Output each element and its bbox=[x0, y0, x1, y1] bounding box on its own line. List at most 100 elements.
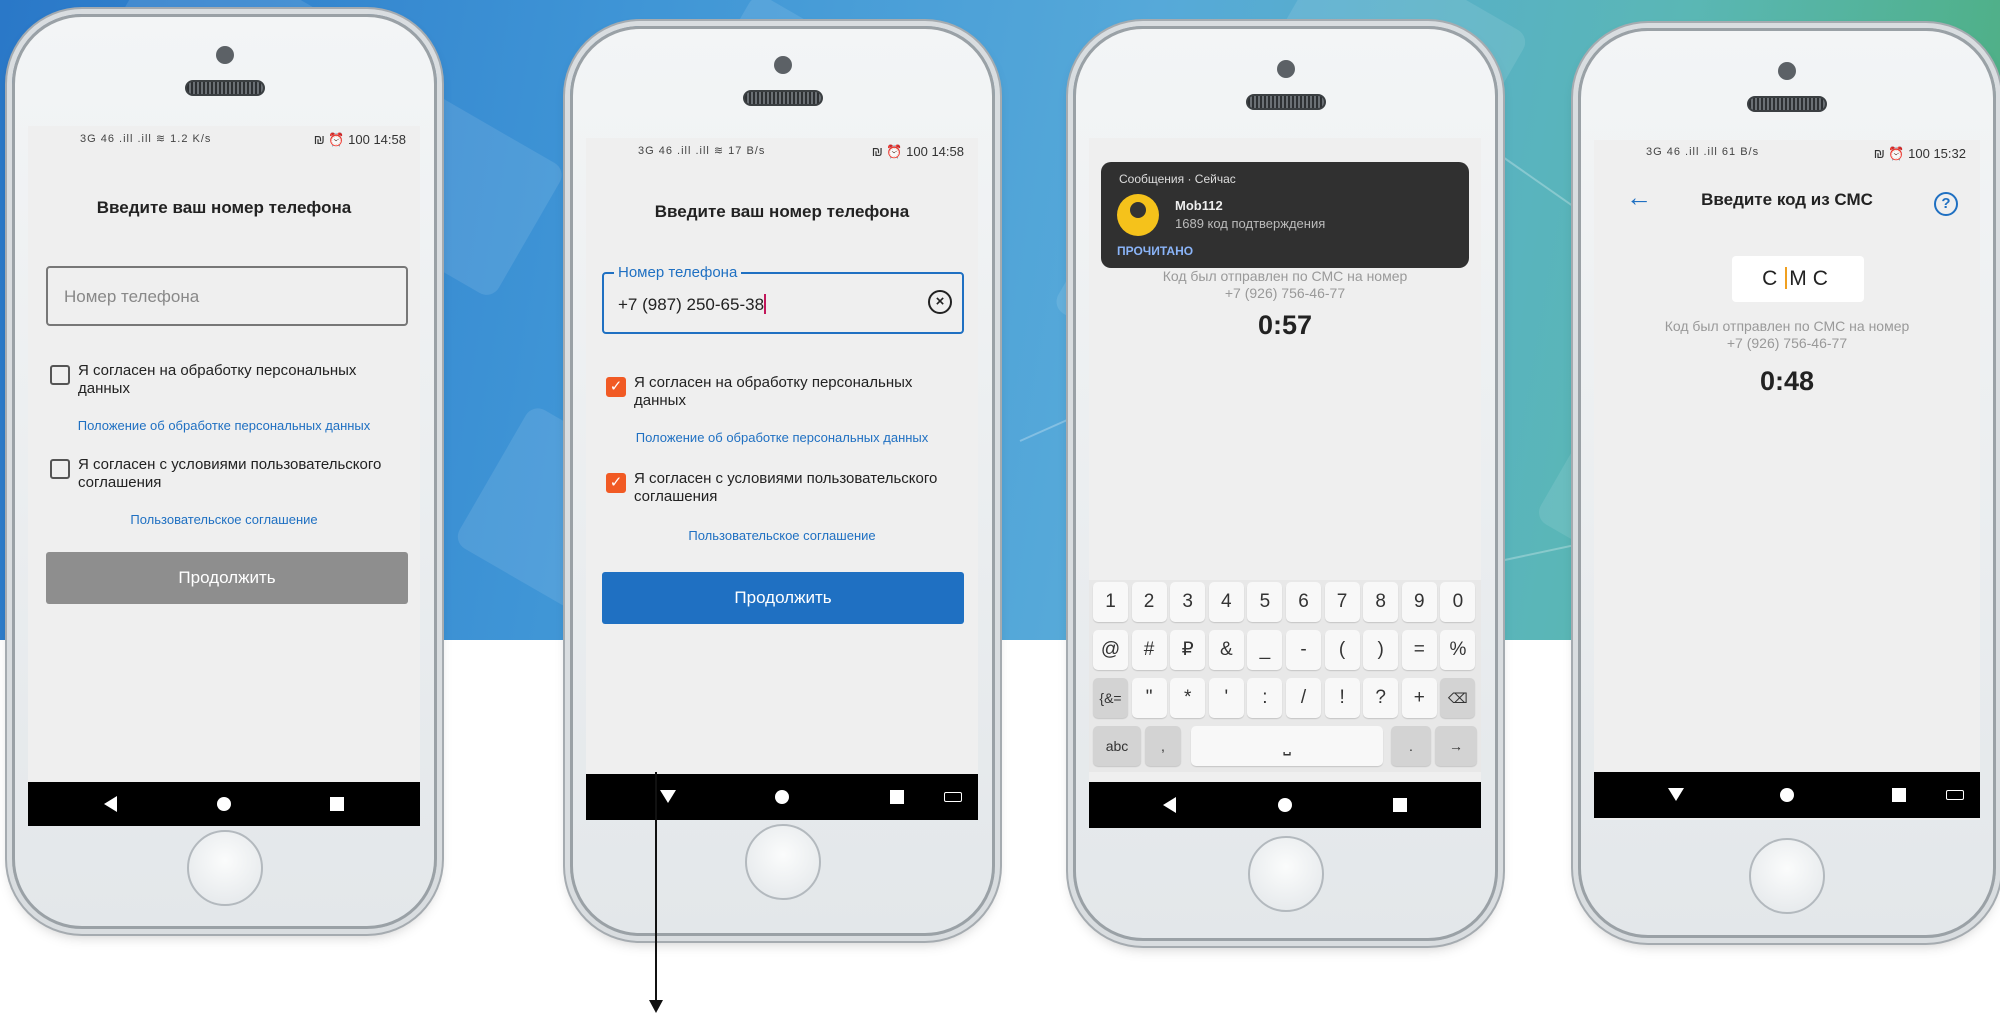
nav-home-icon[interactable] bbox=[217, 797, 231, 811]
key-2[interactable]: " bbox=[1131, 678, 1167, 718]
key-10[interactable]: % bbox=[1440, 630, 1476, 670]
key-10[interactable]: 0 bbox=[1440, 582, 1476, 622]
key-5[interactable]: 5 bbox=[1247, 582, 1283, 622]
nav-back-icon[interactable] bbox=[104, 796, 117, 812]
consent-personal-data-row[interactable]: ✓ Я согласен на обработку персональных д… bbox=[606, 374, 966, 410]
nav-hide-keyboard-icon[interactable] bbox=[1668, 788, 1684, 801]
key-4[interactable]: ' bbox=[1208, 678, 1244, 718]
key-3[interactable]: * bbox=[1170, 678, 1206, 718]
consent-terms-row[interactable]: Я согласен с условиями пользовательского… bbox=[50, 456, 410, 492]
mark-read-button[interactable]: ПРОЧИТАНО bbox=[1117, 244, 1193, 258]
symbol-keyboard: 1234567890 @ # ₽ & _ -() =% {&= " * ': /!? + ⌫ abc ,… bbox=[1089, 580, 1481, 772]
user-agreement-link[interactable]: Пользовательское соглашение bbox=[28, 512, 420, 527]
phone-mockup-1: 3G 46 .ill .ill ≋ 1.2 K/s ₪ ⏰ 100 14:58 … bbox=[12, 14, 437, 929]
key-1[interactable]: {&= bbox=[1093, 678, 1128, 718]
key-1[interactable]: 1 bbox=[1093, 582, 1128, 622]
resend-timer: 0:48 bbox=[1759, 366, 1815, 396]
key-6[interactable]: 6 bbox=[1286, 582, 1321, 622]
help-icon[interactable]: ? bbox=[1934, 192, 1958, 216]
earpiece-speaker bbox=[1747, 96, 1827, 112]
key-7[interactable]: ( bbox=[1324, 630, 1360, 670]
continue-button[interactable]: Продолжить bbox=[46, 552, 408, 604]
key-9[interactable]: = bbox=[1401, 630, 1437, 670]
phone-screen: 3G 46 .ill .ill 61 B/s ₪ ⏰ 100 15:32 ← В… bbox=[1594, 140, 1980, 820]
home-button bbox=[1749, 838, 1825, 914]
consent-terms-label[interactable]: Я согласен с условиями пользовательского… bbox=[78, 456, 410, 492]
nav-recent-apps-icon[interactable] bbox=[330, 797, 344, 811]
key-9[interactable]: + bbox=[1401, 678, 1437, 718]
key-3[interactable]: 3 bbox=[1170, 582, 1206, 622]
notification-message: 1689 код подтверждения bbox=[1175, 216, 1326, 231]
phone-screen: 3G 46 .ill .ill ≋ 17 B/s ₪ ⏰ 100 14:58 В… bbox=[586, 138, 978, 820]
personal-data-policy-link[interactable]: Положение об обработке персональных данн… bbox=[28, 418, 420, 433]
key-space[interactable]: ⎵ bbox=[1191, 726, 1383, 766]
consent-personal-data-row[interactable]: Я согласен на обработку персональных дан… bbox=[50, 362, 410, 398]
key-2[interactable]: 2 bbox=[1131, 582, 1167, 622]
sms-sent-text: Код был отправлен по СМС на номер bbox=[1162, 268, 1408, 284]
key-period[interactable]: . bbox=[1391, 726, 1431, 766]
home-button bbox=[744, 824, 821, 900]
nav-recent-apps-icon[interactable] bbox=[890, 790, 904, 804]
page-title: Введите ваш номер телефона bbox=[654, 202, 910, 221]
key-enter[interactable]: → bbox=[1435, 726, 1477, 766]
key-8[interactable]: 8 bbox=[1363, 582, 1399, 622]
notification-app-name: Сообщения · Сейчас bbox=[1119, 172, 1236, 186]
keyboard-switch-icon[interactable] bbox=[944, 792, 962, 802]
phone-number-input[interactable]: Номер телефона +7 (987) 250-65-38 × bbox=[602, 264, 964, 334]
phone-number-value-wrap: +7 (987) 250-65-38 bbox=[618, 294, 767, 315]
nav-back-icon[interactable] bbox=[1163, 797, 1176, 813]
sms-sent-info: Код был отправлен по СМС на номер +7 (92… bbox=[1089, 268, 1481, 302]
phone-mockup-4: 3G 46 .ill .ill 61 B/s ₪ ⏰ 100 15:32 ← В… bbox=[1578, 28, 1996, 938]
key-5[interactable]: _ bbox=[1247, 630, 1283, 670]
key-4[interactable]: 4 bbox=[1208, 582, 1244, 622]
home-button bbox=[1247, 836, 1324, 912]
key-2[interactable]: # bbox=[1131, 630, 1167, 670]
user-agreement-link[interactable]: Пользовательское соглашение bbox=[586, 528, 978, 543]
key-9[interactable]: 9 bbox=[1401, 582, 1437, 622]
nav-home-icon[interactable] bbox=[775, 790, 789, 804]
status-signal-info: 3G 46 .ill .ill 61 B/s bbox=[1646, 146, 1760, 158]
consent-terms-row[interactable]: ✓ Я согласен с условиями пользовательско… bbox=[606, 470, 966, 506]
personal-data-policy-link[interactable]: Положение об обработке персональных данн… bbox=[586, 430, 978, 445]
consent-terms-checkbox[interactable] bbox=[50, 459, 70, 479]
consent-personal-data-checkbox[interactable] bbox=[50, 365, 70, 385]
sms-code-input[interactable]: С МС bbox=[1732, 256, 1864, 302]
phone-number-input[interactable]: Номер телефона bbox=[46, 266, 408, 326]
phone-mockup-2: 3G 46 .ill .ill ≋ 17 B/s ₪ ⏰ 100 14:58 В… bbox=[570, 26, 995, 936]
front-camera bbox=[773, 56, 792, 74]
nav-home-icon[interactable] bbox=[1278, 798, 1292, 812]
key-6[interactable]: / bbox=[1286, 678, 1321, 718]
phone-screen: 3G 46 .ill .ill ≋ 1.2 K/s ₪ ⏰ 100 14:58 … bbox=[28, 126, 420, 826]
consent-personal-data-checkbox[interactable]: ✓ bbox=[606, 377, 626, 397]
key-10[interactable]: ⌫ bbox=[1440, 678, 1476, 718]
consent-terms-label[interactable]: Я согласен с условиями пользовательского… bbox=[634, 470, 966, 506]
consent-terms-checkbox[interactable]: ✓ bbox=[606, 473, 626, 493]
key-6[interactable]: - bbox=[1286, 630, 1321, 670]
continue-button[interactable]: Продолжить bbox=[602, 572, 964, 624]
key-3[interactable]: ₽ bbox=[1170, 630, 1206, 670]
keyboard-switch-icon[interactable] bbox=[1946, 790, 1964, 800]
consent-personal-data-label[interactable]: Я согласен на обработку персональных дан… bbox=[78, 362, 410, 398]
key-comma[interactable]: , bbox=[1145, 726, 1181, 766]
status-bar: 3G 46 .ill .ill ≋ 17 B/s ₪ ⏰ 100 14:58 bbox=[586, 138, 978, 164]
consent-personal-data-label[interactable]: Я согласен на обработку персональных дан… bbox=[634, 374, 966, 410]
key-1[interactable]: @ bbox=[1093, 630, 1128, 670]
android-nav-bar bbox=[586, 774, 978, 820]
nav-recent-apps-icon[interactable] bbox=[1892, 788, 1906, 802]
key-7[interactable]: 7 bbox=[1324, 582, 1360, 622]
phone-mockup-3: Сообщения · Сейчас Mob112 1689 код подтв… bbox=[1073, 26, 1498, 941]
nav-hide-keyboard-icon[interactable] bbox=[660, 790, 676, 803]
annotation-arrow-line bbox=[655, 772, 657, 1000]
key-7[interactable]: ! bbox=[1324, 678, 1360, 718]
nav-home-icon[interactable] bbox=[1780, 788, 1794, 802]
nav-recent-apps-icon[interactable] bbox=[1393, 798, 1407, 812]
key-8[interactable]: ? bbox=[1363, 678, 1399, 718]
key-abc[interactable]: abc bbox=[1093, 726, 1141, 766]
key-4[interactable]: & bbox=[1208, 630, 1244, 670]
key-5[interactable]: : bbox=[1247, 678, 1283, 718]
key-8[interactable]: ) bbox=[1363, 630, 1399, 670]
sms-notification[interactable]: Сообщения · Сейчас Mob112 1689 код подтв… bbox=[1101, 162, 1469, 268]
status-bar: 3G 46 .ill .ill 61 B/s ₪ ⏰ 100 15:32 bbox=[1594, 140, 1980, 166]
status-time-battery: ₪ ⏰ 100 14:58 bbox=[871, 144, 964, 159]
clear-input-icon[interactable]: × bbox=[928, 290, 952, 314]
